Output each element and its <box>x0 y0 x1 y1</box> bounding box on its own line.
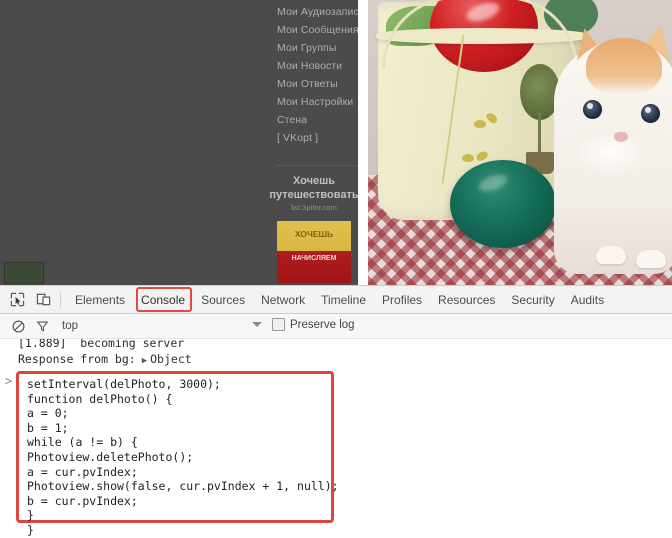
photo-kitten-eye-left <box>583 100 602 119</box>
sidebar-item-wall[interactable]: Стена <box>268 114 358 126</box>
preserve-log-checkbox[interactable] <box>272 318 285 331</box>
tab-timeline[interactable]: Timeline <box>313 289 374 311</box>
basket-flower-1 <box>474 120 486 128</box>
console-log-line-clipped: [1.889] becoming server <box>0 339 672 352</box>
console-output[interactable]: [1.889] becoming server Response from bg… <box>0 339 672 538</box>
photo-basket-handle <box>382 0 578 69</box>
tab-elements[interactable]: Elements <box>67 289 133 311</box>
sidebar-divider <box>276 165 360 166</box>
basket-flower-2 <box>484 111 500 125</box>
tab-audits[interactable]: Audits <box>563 289 612 311</box>
photo-kitten-nose <box>614 132 628 142</box>
console-object-label[interactable]: Object <box>150 352 192 366</box>
photo-kitten-head-patch <box>586 38 662 94</box>
devtools-tabbar: Elements Console Sources Network Timelin… <box>0 286 672 314</box>
sidebar-item-answers[interactable]: Мои Ответы <box>268 78 358 90</box>
ad-banner-line1: ХОЧЕШЬ <box>294 229 334 239</box>
sidebar-item-audio[interactable]: Мои Аудиозаписи <box>268 6 358 18</box>
filter-icon[interactable] <box>32 316 52 336</box>
photo-kitten-muzzle <box>572 136 648 176</box>
chevron-down-icon[interactable] <box>252 322 262 327</box>
photo-kitten-paw-right <box>636 250 666 268</box>
photo-green-egg-front <box>450 160 556 248</box>
inspect-element-icon[interactable] <box>4 287 30 313</box>
device-toolbar-icon[interactable] <box>30 287 56 313</box>
ad-headline-line1: Хочешь <box>292 175 336 187</box>
console-log-text-clipped: [1.889] becoming server <box>18 339 185 350</box>
ad-headline-line2: путешествовать <box>269 188 359 201</box>
console-entered-command[interactable]: setInterval(delPhoto, 3000); function de… <box>27 377 339 538</box>
tab-profiles[interactable]: Profiles <box>374 289 430 311</box>
preserve-log-label: Preserve log <box>290 318 355 331</box>
sidebar-item-settings[interactable]: Мои Настройки <box>268 96 358 108</box>
devtools-panel: Elements Console Sources Network Timelin… <box>0 285 672 538</box>
tab-console[interactable]: Console <box>133 289 193 311</box>
photo-kitten-paw-left <box>596 246 626 264</box>
browser-page-area: Мои Аудиозаписи Мои Сообщения Мои Группы… <box>0 0 672 285</box>
execution-context-select[interactable]: top <box>62 320 82 332</box>
basket-flower-4 <box>474 149 490 163</box>
console-log-text-response: Response from bg: <box>18 352 136 366</box>
sidebar-item-messages[interactable]: Мои Сообщения <box>268 24 358 36</box>
sidebar-item-vkopt[interactable]: [ VKopt ] <box>268 132 358 144</box>
tab-security[interactable]: Security <box>503 289 562 311</box>
console-prompt-symbol: > <box>5 374 13 388</box>
tab-sources[interactable]: Sources <box>193 289 253 311</box>
sidebar-item-news[interactable]: Мои Новости <box>268 60 358 72</box>
sidebar-advertisement[interactable]: Хочешь путешествовать list.3pitor.com ХО… <box>268 175 360 283</box>
ad-banner-line3: НАЧИСЛЯЕМ <box>291 255 337 262</box>
ad-banner-image[interactable]: ХОЧЕШЬ НАЧИСЛЯЕМ <box>277 221 351 283</box>
kitten-easter-photo <box>368 0 672 285</box>
tab-resources[interactable]: Resources <box>430 289 503 311</box>
toolbar-divider <box>60 291 61 308</box>
preserve-log-option[interactable]: Preserve log <box>272 318 355 331</box>
basket-flower-3 <box>462 154 474 162</box>
sidebar-item-groups[interactable]: Мои Группы <box>268 42 358 54</box>
photo-topiary-stem <box>538 112 541 156</box>
command-highlight-annotation: setInterval(delPhoto, 3000); function de… <box>16 371 339 537</box>
tab-network[interactable]: Network <box>253 289 313 311</box>
ad-source-label: list.3pitor.com <box>291 203 337 212</box>
photo-kitten-eye-right <box>641 104 660 123</box>
photo-kitten-body <box>554 20 672 274</box>
object-expander-icon[interactable]: ▶ <box>142 356 147 366</box>
clear-console-icon[interactable] <box>8 316 28 336</box>
console-log-line-response: Response from bg: ▶ Object <box>0 352 192 367</box>
console-filter-bar: top Preserve log <box>0 314 672 339</box>
page-green-badge <box>4 262 44 284</box>
